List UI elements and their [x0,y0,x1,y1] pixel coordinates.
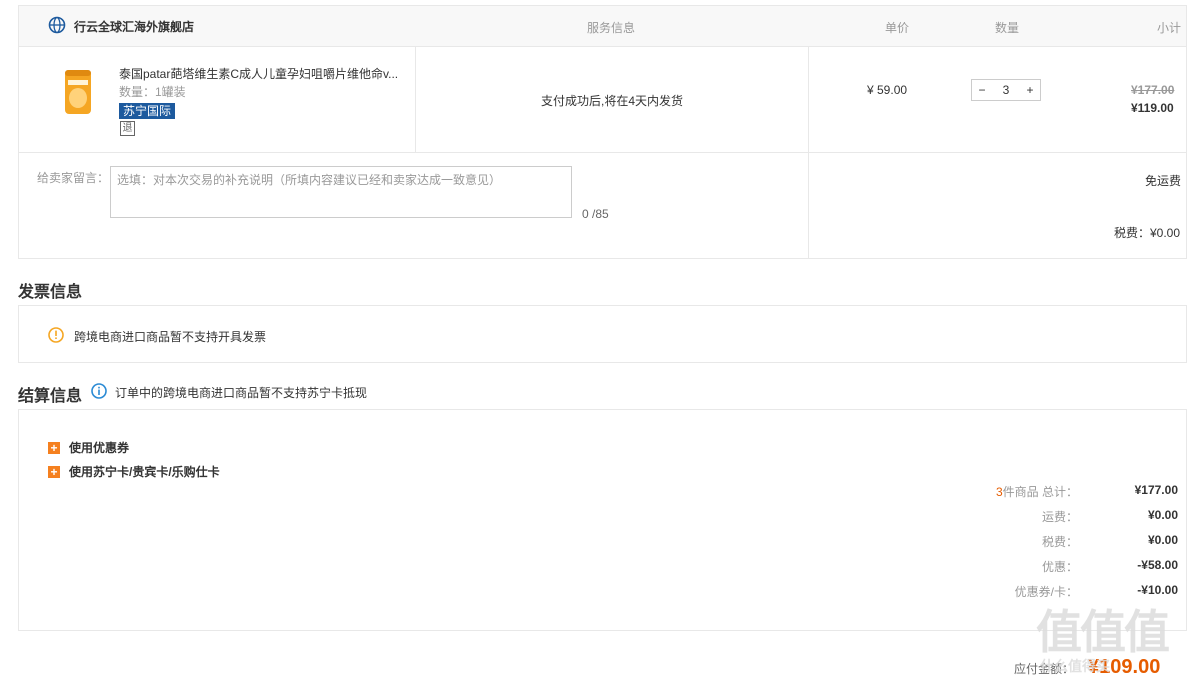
product-title[interactable]: 泰国patar葩塔维生素C成人儿童孕妇咀嚼片维他命v... [119,65,398,82]
cards-toggle[interactable]: + 使用苏宁卡/贵宾卡/乐购仕卡 [48,463,220,480]
product-qty-text: 数量：1罐装 [119,85,186,99]
invoice-title: 发票信息 [18,284,83,301]
items-label: 件商品 总计： [1002,485,1078,499]
header-quantity: 数量 [995,21,1020,35]
quantity-value[interactable]: 3 [996,83,1016,97]
header-service: 服务信息 [587,21,636,35]
freight-label: 运费： [1041,510,1078,524]
expand-plus-icon: + [48,465,60,478]
info-icon [91,383,107,399]
total-label-wrap: 3件商品 总计： [958,483,1078,500]
minus-button[interactable]: − [972,83,992,97]
warning-icon [48,327,64,343]
summary-discount-row: 优惠： -¥58.00 [958,558,1178,575]
expand-plus-icon: + [48,441,60,454]
free-shipping: 免运费 [1145,174,1182,188]
watermark-subtext: 什么值得买 [1040,659,1110,675]
service-info: 支付成功后,将在4天内发货 [541,94,684,108]
return-icon: 退 [120,121,135,136]
invoice-notice: 跨境电商进口商品暂不支持开具发票 [74,330,267,344]
unit-price: ¥ 59.00 [867,83,908,97]
message-char-count: 0 /85 [582,207,609,221]
coupon-label: 使用优惠券 [69,441,130,455]
cards-label: 使用苏宁卡/贵宾卡/乐购仕卡 [69,465,220,479]
subtotal: ¥119.00 [1131,101,1174,115]
summary-tax-row: 税费： ¥0.00 [958,533,1178,550]
plus-button[interactable]: + [1020,83,1040,97]
tax-fee: 税费：¥0.00 [1114,226,1181,240]
message-divider [808,153,809,258]
discount-label: 优惠： [1041,560,1078,574]
suning-intl-badge: 苏宁国际 [119,103,176,119]
quantity-stepper[interactable]: − 3 + [971,79,1041,101]
header-unit-price: 单价 [885,21,910,35]
total-value: ¥177.00 [1134,483,1178,497]
tax-label: 税费： [1041,535,1078,549]
watermark-logo: 值值值 [1036,605,1170,659]
summary-freight-row: 运费： ¥0.00 [958,508,1178,525]
tax-value: ¥0.00 [1147,533,1178,547]
discount-value: -¥58.00 [1137,558,1178,572]
message-label: 给卖家留言： [37,171,110,185]
store-name[interactable]: 行云全球汇海外旗舰店 [74,18,194,35]
product-image[interactable] [64,68,92,116]
header-subtotal: 小计 [1157,21,1182,35]
store-globe-icon [48,16,66,34]
original-subtotal: ¥177.00 [1131,83,1175,97]
items-count: 3 [995,485,1003,499]
product-divider-left [415,47,416,152]
product-divider-right [808,47,809,152]
freight-value: ¥0.00 [1147,508,1178,522]
summary-total-row: 3件商品 总计： ¥177.00 [958,483,1178,500]
settle-notice: 订单中的跨境电商进口商品暂不支持苏宁卡抵现 [115,386,368,400]
coupon-toggle[interactable]: + 使用优惠券 [48,439,129,456]
message-input[interactable] [110,166,572,218]
settle-title: 结算信息 [18,388,83,405]
